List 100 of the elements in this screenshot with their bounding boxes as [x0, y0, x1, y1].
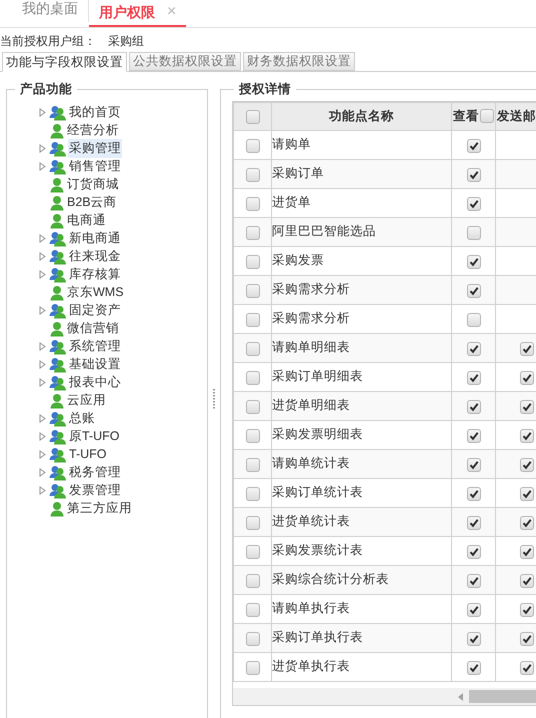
tree-item[interactable]: 我的首页: [68, 103, 122, 122]
tree-item[interactable]: 采购管理: [68, 139, 122, 158]
view-checkbox[interactable]: [466, 516, 480, 530]
view-checkbox[interactable]: [466, 168, 480, 182]
view-checkbox[interactable]: [466, 660, 480, 675]
view-checkbox[interactable]: [466, 458, 480, 472]
row-checkbox[interactable]: [246, 342, 260, 356]
view-checkbox[interactable]: [466, 284, 480, 298]
expand-arrow-icon[interactable]: [39, 162, 46, 172]
row-checkbox[interactable]: [246, 602, 260, 617]
tree-item[interactable]: 报表中心: [68, 373, 122, 392]
tree-item[interactable]: 第三方应用: [66, 499, 133, 518]
tree-item[interactable]: 原T-UFO: [68, 427, 120, 446]
mail-checkbox[interactable]: [520, 660, 534, 675]
mail-checkbox[interactable]: [520, 574, 534, 588]
view-checkbox[interactable]: [466, 632, 480, 646]
tree-item[interactable]: 云应用: [66, 391, 107, 410]
tree-item[interactable]: 经营分析: [66, 121, 120, 140]
tree-item[interactable]: 新电商通: [68, 229, 122, 248]
mail-checkbox[interactable]: [520, 400, 534, 414]
expand-arrow-icon[interactable]: [39, 432, 46, 442]
settings-tab[interactable]: 公共数据权限设置: [129, 52, 241, 71]
tree-item[interactable]: 系统管理: [68, 337, 122, 356]
mail-checkbox[interactable]: [520, 602, 534, 617]
view-checkbox[interactable]: [466, 602, 480, 617]
row-checkbox[interactable]: [246, 254, 260, 269]
expand-arrow-icon[interactable]: [39, 360, 46, 370]
mail-checkbox[interactable]: [520, 370, 534, 385]
tree-item[interactable]: 京东WMS: [66, 283, 125, 302]
view-checkbox[interactable]: [466, 486, 480, 501]
tree-item[interactable]: 发票管理: [68, 481, 122, 500]
row-checkbox[interactable]: [246, 226, 260, 240]
row-checkbox[interactable]: [246, 138, 260, 153]
expand-arrow-icon[interactable]: [39, 378, 46, 388]
tree-item[interactable]: 总账: [68, 409, 96, 428]
row-checkbox[interactable]: [246, 458, 260, 472]
splitter-handle-icon[interactable]: [212, 389, 216, 409]
view-checkbox[interactable]: [466, 226, 480, 240]
mail-checkbox[interactable]: [520, 486, 534, 501]
select-all-checkbox[interactable]: [246, 110, 260, 124]
expand-arrow-icon[interactable]: [39, 468, 46, 478]
page-tab[interactable]: 我的桌面: [12, 0, 89, 22]
expand-arrow-icon[interactable]: [39, 450, 46, 460]
tree-item[interactable]: 税务管理: [68, 463, 122, 482]
table-cell: 进货单统计表: [272, 507, 452, 536]
row-checkbox[interactable]: [246, 632, 260, 646]
mail-checkbox[interactable]: [520, 516, 534, 530]
settings-tab[interactable]: 功能与字段权限设置: [2, 52, 127, 72]
tree-item[interactable]: 固定资产: [68, 301, 122, 320]
tree-item[interactable]: 库存核算: [68, 265, 122, 284]
tree-item[interactable]: 微信营销: [66, 319, 120, 338]
mail-checkbox[interactable]: [520, 342, 534, 356]
tree-item[interactable]: 往来现金: [68, 247, 122, 266]
row-checkbox[interactable]: [246, 312, 260, 327]
expand-arrow-icon[interactable]: [39, 234, 46, 244]
tree-item[interactable]: 基础设置: [68, 355, 122, 374]
row-checkbox[interactable]: [246, 516, 260, 530]
expand-arrow-icon[interactable]: [39, 144, 46, 154]
page-tab[interactable]: 用户权限 ×: [89, 0, 186, 27]
expand-arrow-icon[interactable]: [39, 252, 46, 262]
mail-checkbox[interactable]: [520, 632, 534, 646]
row-checkbox[interactable]: [246, 544, 260, 559]
mail-checkbox[interactable]: [520, 458, 534, 472]
view-checkbox[interactable]: [466, 574, 480, 588]
settings-tab[interactable]: 财务数据权限设置: [243, 52, 355, 71]
expand-arrow-icon[interactable]: [39, 486, 46, 496]
expand-arrow-icon[interactable]: [39, 306, 46, 316]
row-checkbox[interactable]: [246, 370, 260, 385]
tree-item[interactable]: B2B云商: [66, 193, 118, 212]
tree-item[interactable]: T-UFO: [68, 445, 108, 464]
mail-checkbox[interactable]: [520, 544, 534, 559]
view-checkbox[interactable]: [466, 254, 480, 269]
tree-item[interactable]: 销售管理: [68, 157, 122, 176]
view-checkbox[interactable]: [466, 428, 480, 443]
row-checkbox[interactable]: [246, 428, 260, 443]
scrollbar-thumb[interactable]: [469, 690, 536, 703]
scroll-left-icon[interactable]: [457, 692, 465, 700]
view-checkbox[interactable]: [466, 312, 480, 327]
view-checkbox[interactable]: [466, 342, 480, 356]
view-checkbox[interactable]: [466, 370, 480, 385]
view-checkbox[interactable]: [466, 138, 480, 153]
row-checkbox[interactable]: [246, 400, 260, 414]
tree-item[interactable]: 电商通: [66, 211, 107, 230]
horizontal-scrollbar[interactable]: [233, 688, 536, 705]
row-checkbox[interactable]: [246, 660, 260, 675]
row-checkbox[interactable]: [246, 168, 260, 182]
expand-arrow-icon[interactable]: [39, 342, 46, 352]
row-checkbox[interactable]: [246, 486, 260, 501]
expand-arrow-icon[interactable]: [39, 270, 46, 280]
row-checkbox[interactable]: [246, 284, 260, 298]
view-checkbox[interactable]: [466, 544, 480, 559]
view-checkbox[interactable]: [466, 196, 480, 211]
expand-arrow-icon[interactable]: [39, 108, 46, 118]
expand-arrow-icon[interactable]: [39, 414, 46, 424]
view-all-checkbox[interactable]: [480, 109, 494, 124]
tree-item[interactable]: 订货商城: [66, 175, 120, 194]
row-checkbox[interactable]: [246, 574, 260, 588]
row-checkbox[interactable]: [246, 196, 260, 211]
view-checkbox[interactable]: [466, 400, 480, 414]
mail-checkbox[interactable]: [520, 428, 534, 443]
